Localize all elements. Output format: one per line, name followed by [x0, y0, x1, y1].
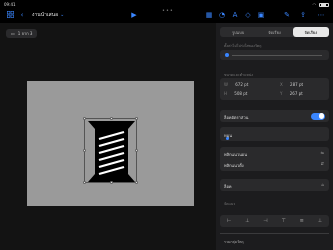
constrain-row: ล็อคอัตราส่วน: [220, 110, 329, 122]
divider: [220, 233, 329, 234]
align-center-icon[interactable]: ⊥: [245, 218, 249, 224]
text-icon[interactable]: A: [231, 9, 239, 20]
align-left-icon[interactable]: ⊢: [227, 218, 231, 224]
rotate-dial[interactable]: [226, 137, 229, 140]
page-indicator[interactable]: ▭ 1 จาก 3: [6, 29, 38, 38]
align-top-icon[interactable]: ⊤: [281, 218, 285, 224]
slides-icon: ▭: [11, 31, 15, 36]
resize-handle-tr[interactable]: [135, 117, 138, 120]
tab-arrange[interactable]: จัดเรียง: [292, 27, 329, 37]
x-field[interactable]: X 287 pt: [280, 82, 303, 87]
flip-horizontal-icon[interactable]: ⇋: [321, 150, 324, 155]
align-bottom-icon[interactable]: ⊥: [318, 218, 322, 224]
slider-track[interactable]: [232, 54, 322, 56]
brush-icon[interactable]: ✎: [283, 9, 291, 20]
align-right-icon[interactable]: ⊣: [263, 218, 267, 224]
tab-style[interactable]: รูปแบบ: [220, 27, 256, 37]
flip-vertical-label: พลิกแนวตั้ง: [224, 163, 244, 168]
height-value: 508 pt: [234, 91, 248, 96]
resize-handle-b[interactable]: [110, 181, 113, 184]
constrain-label: ล็อคอัตราส่วน: [224, 115, 249, 120]
shape-icon[interactable]: ◇: [244, 9, 252, 20]
tab-text[interactable]: จัดเรียง: [256, 27, 292, 37]
back-icon[interactable]: ‹: [18, 9, 26, 20]
section-label-align: จัดแนว: [224, 202, 236, 206]
media-icon[interactable]: ▣: [257, 9, 265, 20]
status-icons: ◠: [312, 2, 329, 7]
document-title-text: งานนำเสนอ: [32, 12, 59, 18]
table-icon[interactable]: ▦: [205, 9, 213, 20]
lock-label: ล็อค: [224, 184, 232, 189]
share-icon[interactable]: ⇪: [299, 9, 307, 20]
grid-icon[interactable]: [5, 9, 15, 20]
width-value: 672 pt: [235, 82, 249, 87]
chevron-down-icon: ⌄: [60, 12, 65, 18]
lock-icon[interactable]: ⌂: [321, 182, 324, 187]
flip-vertical-icon[interactable]: ⇵: [321, 161, 324, 166]
opacity-slider-row[interactable]: [220, 50, 329, 60]
y-value: 267 pt: [289, 91, 303, 96]
y-field[interactable]: Y 267 pt: [280, 91, 303, 96]
inspector-panel: รูปแบบ จัดเรียง จัดเรียง ตั้งค่าไม่โปร่ง…: [216, 23, 333, 250]
size-position-box: W 672 pt X 287 pt H 508 pt Y 267 pt: [220, 78, 329, 100]
resize-handle-br[interactable]: [135, 181, 138, 184]
group-label[interactable]: รวมกลุ่มวัตถุ: [224, 239, 244, 245]
play-icon[interactable]: ▶: [130, 9, 138, 20]
align-buttons: ⊢ ⊥ ⊣ ⊤ ≡ ⊥: [220, 215, 329, 227]
document-title[interactable]: งานนำเสนอ ⌄: [32, 11, 64, 19]
slider-thumb[interactable]: [225, 53, 229, 57]
flip-group: พลิกแนวนอน ⇋ พลิกแนวตั้ง ⇵: [220, 147, 329, 171]
height-field[interactable]: H 508 pt: [224, 91, 247, 96]
resize-handle-bl[interactable]: [83, 181, 86, 184]
chart-icon[interactable]: ◔: [218, 9, 226, 20]
toolbar: ‹ งานนำเสนอ ⌄ ••• ▶ ▦ ◔ A ◇ ▣ ✎ ⇪ ⋯: [0, 8, 333, 22]
resize-handle-l[interactable]: [83, 149, 86, 152]
lock-row: ล็อค ⌂: [220, 179, 329, 191]
rotate-row: หมุน: [220, 127, 329, 141]
height-label: H: [224, 91, 228, 96]
resize-handle-r[interactable]: [135, 149, 138, 152]
thread-spool-icon: [88, 121, 135, 182]
x-value: 287 pt: [290, 82, 304, 87]
wifi-icon: ◠: [312, 2, 317, 7]
y-label: Y: [280, 91, 283, 96]
x-label: X: [280, 82, 283, 87]
more-dots: •••: [162, 8, 174, 14]
width-field[interactable]: W 672 pt: [224, 82, 248, 87]
constrain-toggle[interactable]: [311, 112, 325, 120]
resize-handle-tl[interactable]: [83, 117, 86, 120]
align-middle-icon[interactable]: ≡: [300, 218, 304, 224]
flip-horizontal-label: พลิกแนวนอน: [224, 152, 247, 157]
clock: 09:41: [4, 2, 16, 7]
inspector-tabs: รูปแบบ จัดเรียง จัดเรียง: [220, 27, 329, 37]
resize-handle-t[interactable]: [110, 117, 113, 120]
width-label: W: [224, 82, 228, 87]
page-indicator-label: 1 จาก 3: [17, 31, 33, 36]
more-icon[interactable]: ⋯: [316, 9, 326, 20]
selected-shape[interactable]: [83, 117, 138, 184]
battery-icon: [319, 2, 329, 7]
slide[interactable]: [27, 81, 194, 206]
section-label-opacity: ตั้งค่าไม่โปร่งใสของวัตถุ: [224, 44, 262, 48]
slide-canvas[interactable]: ▭ 1 จาก 3: [0, 23, 216, 250]
